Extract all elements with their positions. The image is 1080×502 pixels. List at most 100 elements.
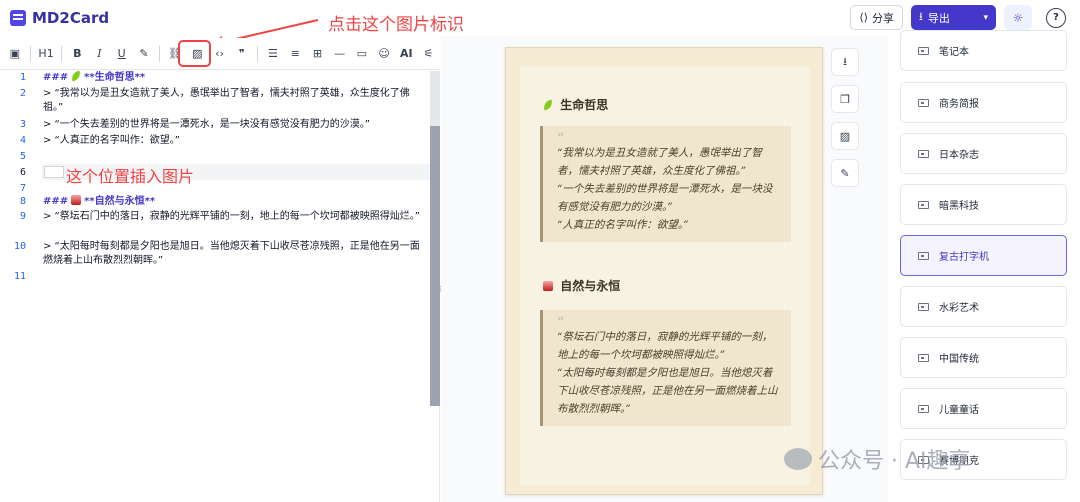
template-list: 笔记本 商务简报 日本杂志 暗黑科技 复古打字机 水彩艺术 中国传统 儿童童话 … bbox=[888, 30, 1080, 502]
line-number: 7 bbox=[19, 183, 26, 194]
heading-button[interactable]: H1 bbox=[35, 43, 57, 65]
share-button[interactable]: ⟨⟩ 分享 bbox=[850, 5, 903, 30]
card-blockquote: “ “祭坛石门中的落日，寂静的光辉平铺的一刻，地上的每一个坎坷都被映照得灿烂。”… bbox=[540, 310, 791, 426]
line-text: > “我常以为是丑女造就了美人，愚氓举出了智者，懦夫衬照了英雄，众生度化了佛祖。… bbox=[43, 88, 410, 113]
toolbar-divider bbox=[30, 45, 32, 62]
quote-button[interactable]: ❞ bbox=[231, 43, 253, 65]
heading-marker: ### bbox=[43, 72, 69, 83]
share-label: 分享 bbox=[872, 11, 894, 25]
image-button[interactable]: ▨ bbox=[186, 43, 208, 65]
share-icon: ⟨⟩ bbox=[859, 11, 868, 24]
edit-button[interactable]: ✎ bbox=[831, 159, 859, 187]
template-label: 日本杂志 bbox=[939, 150, 979, 161]
line-number: 3 bbox=[19, 119, 26, 130]
template-icon bbox=[918, 149, 929, 158]
quote-line: “我常以为是丑女造就了美人，愚氓举出了智者，懦夫衬照了英雄，众生度化了佛祖。” bbox=[557, 147, 762, 177]
template-icon bbox=[918, 46, 929, 55]
annotation-click-hint: 点击这个图片标识 bbox=[328, 15, 464, 35]
template-item[interactable]: 中国传统 bbox=[900, 337, 1067, 378]
download-icon: ⭳ bbox=[919, 10, 923, 23]
template-label: 中国传统 bbox=[939, 354, 979, 365]
edit-icon: ✎ bbox=[840, 166, 850, 180]
template-item[interactable]: 暗黑科技 bbox=[900, 184, 1067, 225]
template-item[interactable]: 儿童童话 bbox=[900, 388, 1067, 429]
image-icon: ▨ bbox=[839, 129, 851, 143]
copy-button[interactable]: ❐ bbox=[831, 85, 859, 113]
quote-line: “祭坛石门中的落日，寂静的光辉平铺的一刻，地上的每一个坎坷都被映照得灿烂。” bbox=[557, 331, 773, 361]
theme-toggle-button[interactable]: ☼ bbox=[1004, 5, 1032, 30]
preview-card: 生命哲思 “ “我常以为是丑女造就了美人，愚氓举出了智者，懦夫衬照了英雄，众生度… bbox=[505, 47, 823, 495]
line-text: **生命哲思** bbox=[84, 72, 146, 83]
line-number: 9 bbox=[19, 211, 26, 222]
editor-scrollbar-thumb[interactable] bbox=[430, 126, 440, 406]
template-icon bbox=[918, 404, 929, 413]
export-label: 导出 bbox=[927, 11, 950, 25]
image-export-button[interactable]: ▨ bbox=[831, 122, 859, 150]
editor-toolbar: ▣ H1 B I U ✎ ⛓ ▨ ‹› ❞ ☰ ≡ ⊞ — ▭ ☺ AI ⚟ bbox=[0, 38, 440, 70]
template-label: 笔记本 bbox=[939, 47, 969, 58]
settings-sliders-button[interactable]: ⚟ bbox=[418, 43, 440, 65]
line-number: 2 bbox=[19, 88, 26, 99]
section-title-text: 自然与永恒 bbox=[560, 279, 621, 293]
italic-button[interactable]: I bbox=[89, 43, 111, 65]
table-button[interactable]: ⊞ bbox=[307, 43, 329, 65]
card-section-title: 生命哲思 bbox=[540, 96, 608, 113]
template-icon bbox=[918, 251, 929, 260]
line-text: **自然与永恒** bbox=[84, 196, 156, 207]
line-number: 1 bbox=[19, 72, 26, 83]
heading-marker: ### bbox=[43, 196, 69, 207]
line-number: 4 bbox=[19, 135, 26, 146]
horizontal-rule-button[interactable]: — bbox=[329, 43, 351, 65]
code-button[interactable]: ‹› bbox=[209, 43, 231, 65]
template-item[interactable]: 商务简报 bbox=[900, 82, 1067, 123]
header-actions: ⟨⟩ 分享 ⭳ 导出 ▾ ☼ ? bbox=[850, 5, 1066, 30]
line-number: 8 bbox=[19, 196, 26, 207]
template-label: 暗黑科技 bbox=[939, 201, 979, 212]
template-item-active[interactable]: 复古打字机 bbox=[900, 235, 1067, 276]
line-text: > “太阳每时每刻都是夕阳也是旭日。当他熄灭着下山收尽苍凉残照，正是他在另一面燃… bbox=[43, 241, 420, 266]
leaf-emoji-icon bbox=[541, 99, 555, 111]
line-text: > “一个失去差别的世界将是一潭死水，是一块没有感觉没有肥力的沙漠。” bbox=[43, 119, 370, 130]
section-title-text: 生命哲思 bbox=[560, 98, 609, 112]
quote-line: “一个失去差别的世界将是一潭死水，是一块没有感觉没有肥力的沙漠。” bbox=[557, 183, 773, 213]
emoji-button[interactable]: ☺ bbox=[373, 43, 395, 65]
leaf-emoji-icon bbox=[70, 70, 83, 82]
line-number: 5 bbox=[19, 151, 26, 162]
line-number: 6 bbox=[19, 167, 26, 178]
line-number: 11 bbox=[13, 271, 26, 282]
card-section-title: 自然与永恒 bbox=[540, 277, 620, 294]
toolbar-divider bbox=[61, 45, 63, 62]
sidebar-toggle-button[interactable]: ▣ bbox=[4, 43, 26, 65]
template-icon bbox=[918, 200, 929, 209]
template-item[interactable]: 水彩艺术 bbox=[900, 286, 1067, 327]
sun-icon: ☼ bbox=[1012, 10, 1024, 25]
wechat-icon bbox=[784, 448, 812, 470]
template-item[interactable]: 笔记本 bbox=[900, 30, 1067, 71]
app-title: MD2Card bbox=[32, 9, 110, 27]
toolbar-divider bbox=[159, 45, 161, 62]
underline-button[interactable]: U bbox=[111, 43, 133, 65]
line-text: > “祭坛石门中的落日，寂静的光辉平铺的一刻，地上的每一个坎坷都被映照得灿烂。” bbox=[43, 211, 420, 222]
code-block-button[interactable]: ▭ bbox=[351, 43, 373, 65]
markdown-editor[interactable]: 这个位置插入图片 1 ### **生命哲思** 2 > “我常以为是丑女造就了美人… bbox=[0, 70, 440, 502]
watermark: 公众号 · AI趣享 bbox=[784, 443, 971, 475]
template-label: 商务简报 bbox=[939, 99, 979, 110]
bold-button[interactable]: B bbox=[66, 43, 88, 65]
quote-mark-icon: “ bbox=[557, 315, 565, 331]
ordered-list-button[interactable]: ≡ bbox=[284, 43, 306, 65]
help-button[interactable]: ? bbox=[1046, 7, 1066, 28]
chevron-down-icon[interactable]: ▾ bbox=[983, 13, 988, 23]
template-icon bbox=[918, 302, 929, 311]
bullet-list-button[interactable]: ☰ bbox=[262, 43, 284, 65]
ai-button[interactable]: AI bbox=[395, 43, 417, 65]
export-button[interactable]: ⭳ 导出 ▾ bbox=[911, 5, 996, 30]
template-label: 水彩艺术 bbox=[939, 303, 979, 314]
quote-line: “太阳每时每刻都是夕阳也是旭日。当他熄灭着下山收尽苍凉残照，正是他在另一面燃烧着… bbox=[557, 367, 778, 415]
template-item[interactable]: 日本杂志 bbox=[900, 133, 1067, 174]
quote-mark-icon: “ bbox=[557, 131, 565, 147]
toolbar-divider bbox=[257, 45, 259, 62]
download-button[interactable]: ⭳ bbox=[831, 48, 859, 76]
strikethrough-button[interactable]: ✎ bbox=[133, 43, 155, 65]
copy-icon: ❐ bbox=[840, 92, 850, 106]
link-button[interactable]: ⛓ bbox=[164, 43, 186, 65]
